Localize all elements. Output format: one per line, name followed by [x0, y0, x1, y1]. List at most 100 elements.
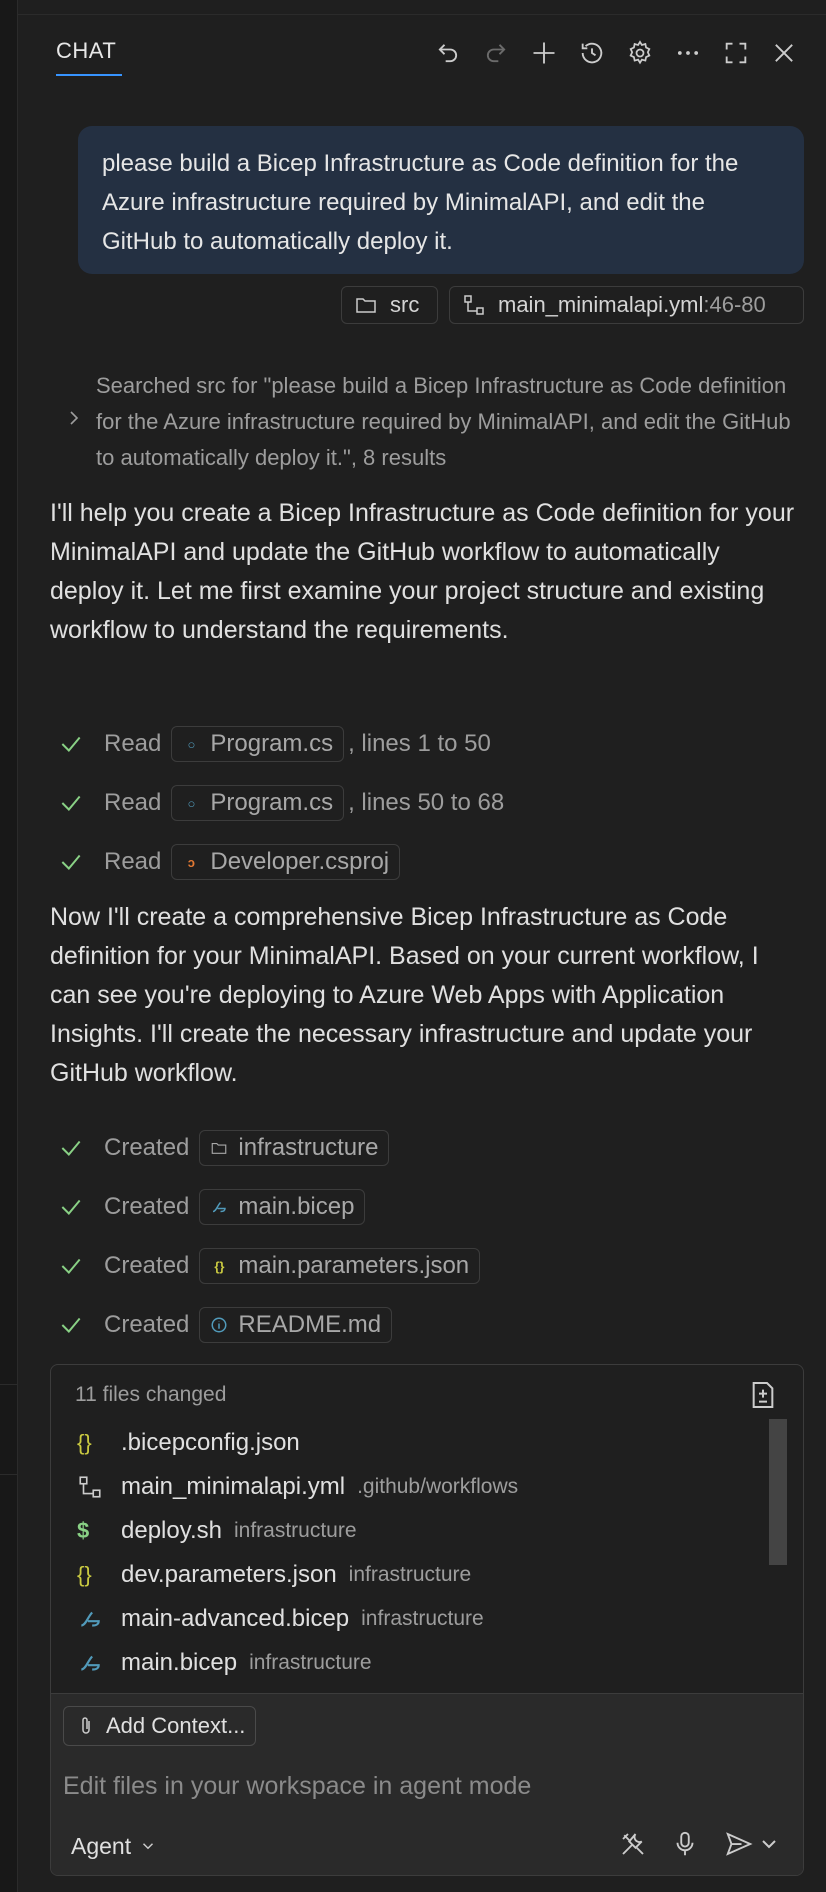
maximize-icon[interactable]: [719, 36, 753, 70]
view-diff-icon[interactable]: [747, 1379, 779, 1411]
file-dir: infrastructure: [249, 1651, 372, 1674]
chat-panel: CHAT please build a Bicep Infrastructure…: [18, 0, 826, 1892]
search-summary[interactable]: Searched src for "please build a Bicep I…: [96, 368, 806, 476]
json-icon: {}: [214, 1258, 225, 1274]
changed-file-row[interactable]: {} .bicepconfig.json: [77, 1423, 300, 1463]
chat-header: CHAT: [18, 30, 826, 76]
check-icon: [61, 795, 81, 811]
send-options-chevron-icon[interactable]: [757, 1826, 781, 1862]
file-name: README.md: [238, 1311, 382, 1338]
response-paragraph: I'll help you create a Bicep Infrastruct…: [50, 499, 795, 644]
file-dir: infrastructure: [361, 1607, 484, 1630]
add-context-label: Add Context...: [106, 1713, 246, 1738]
changed-file-row[interactable]: main-advanced.bicep infrastructure: [77, 1599, 484, 1639]
divider: [0, 1474, 17, 1475]
workflow-icon: [464, 295, 484, 315]
divider: [18, 14, 826, 15]
create-step: Created main.bicep: [58, 1186, 366, 1228]
changed-file-row[interactable]: main_minimalapi.yml .github/workflows: [77, 1467, 518, 1507]
file-name: Program.cs: [210, 730, 334, 757]
new-chat-icon[interactable]: [527, 36, 561, 70]
file-name: main.bicep: [121, 1649, 238, 1676]
settings-icon[interactable]: [623, 36, 657, 70]
file-dir: infrastructure: [348, 1563, 472, 1586]
files-changed-title: 11 files changed: [75, 1383, 227, 1406]
attachment-label: src: [390, 292, 420, 317]
folder-icon: [356, 298, 376, 313]
json-icon: {}: [77, 1430, 92, 1455]
read-step: Read ○ Program.cs , lines 1 to 50: [58, 723, 491, 765]
file-pill[interactable]: infrastructure: [199, 1130, 390, 1166]
editor-edge: [0, 0, 18, 1892]
attachment-range: :46-80: [703, 292, 766, 317]
step-verb: Created: [104, 1193, 190, 1220]
create-step: Created {} main.parameters.json: [58, 1245, 481, 1287]
file-pill[interactable]: ○ Program.cs: [171, 726, 345, 762]
file-name: dev.parameters.json: [121, 1561, 337, 1588]
chat-input-field[interactable]: Edit files in your workspace in agent mo…: [63, 1772, 531, 1801]
file-name: main-advanced.bicep: [121, 1605, 350, 1632]
file-name: main_minimalapi.yml: [121, 1473, 346, 1500]
step-suffix: , lines 50 to 68: [348, 789, 505, 816]
file-pill[interactable]: README.md: [199, 1307, 393, 1343]
scrollbar[interactable]: [769, 1419, 787, 1565]
step-verb: Created: [104, 1311, 190, 1338]
mode-dropdown[interactable]: Agent: [71, 1828, 157, 1864]
changed-file-row[interactable]: {} dev.parameters.json infrastructure: [77, 1555, 471, 1595]
file-pill[interactable]: main.bicep: [199, 1189, 366, 1225]
bicep-icon: [210, 1198, 228, 1216]
read-step: Read ○ Program.cs , lines 50 to 68: [58, 782, 504, 824]
more-icon[interactable]: [671, 36, 705, 70]
file-pill[interactable]: {} main.parameters.json: [199, 1248, 481, 1284]
file-pill[interactable]: ○ Program.cs: [171, 785, 345, 821]
check-icon: [61, 736, 81, 752]
microphone-icon[interactable]: [667, 1826, 703, 1862]
read-step: Read ↄ Developer.csproj: [58, 841, 401, 883]
file-name: Developer.csproj: [210, 848, 390, 875]
mode-label: Agent: [71, 1832, 132, 1859]
check-icon: [61, 854, 81, 870]
send-icon[interactable]: [721, 1826, 757, 1862]
active-tab-indicator: [56, 74, 122, 76]
check-icon: [61, 1140, 81, 1156]
check-icon: [61, 1199, 81, 1215]
bicep-icon: [77, 1650, 111, 1676]
close-icon[interactable]: [767, 36, 801, 70]
attachment-label: main_minimalapi.yml: [498, 292, 704, 317]
file-name: Program.cs: [210, 789, 334, 816]
user-message-text: please build a Bicep Infrastructure as C…: [102, 150, 739, 255]
response-paragraph: Now I'll create a comprehensive Bicep In…: [50, 903, 759, 1087]
step-verb: Read: [104, 730, 162, 757]
step-verb: Created: [104, 1134, 190, 1161]
file-name: .bicepconfig.json: [121, 1429, 300, 1456]
file-name: main.parameters.json: [238, 1252, 470, 1279]
changed-file-row[interactable]: $ deploy.sh infrastructure: [77, 1511, 357, 1551]
files-changed-panel: 11 files changed {} .bicepconfig.json ma…: [50, 1364, 804, 1876]
attachment-workflow[interactable]: main_minimalapi.yml:46-80: [449, 286, 804, 324]
user-message: please build a Bicep Infrastructure as C…: [78, 126, 804, 274]
step-verb: Created: [104, 1252, 190, 1279]
chevron-right-icon[interactable]: [62, 406, 86, 430]
chat-input: Add Context... Edit files in your worksp…: [51, 1693, 803, 1875]
tab-chat[interactable]: CHAT: [56, 38, 116, 64]
file-pill[interactable]: ↄ Developer.csproj: [171, 844, 401, 880]
attachment-src[interactable]: src: [341, 286, 438, 324]
check-icon: [61, 1317, 81, 1333]
redo-icon[interactable]: [479, 36, 513, 70]
file-dir: .github/workflows: [357, 1475, 519, 1498]
csharp-icon: ○: [187, 795, 196, 811]
divider: [0, 1384, 17, 1385]
info-icon: [210, 1316, 228, 1334]
folder-icon: [210, 1139, 228, 1157]
add-context-button[interactable]: Add Context...: [63, 1706, 257, 1746]
json-icon: {}: [77, 1562, 92, 1587]
check-icon: [61, 1258, 81, 1274]
changed-file-row[interactable]: main.bicep infrastructure: [77, 1643, 372, 1683]
undo-icon[interactable]: [431, 36, 465, 70]
create-step: Created README.md: [58, 1304, 393, 1346]
tools-icon[interactable]: [615, 1826, 651, 1862]
history-icon[interactable]: [575, 36, 609, 70]
step-verb: Read: [104, 848, 162, 875]
rss-icon: ↄ: [187, 854, 195, 870]
file-dir: infrastructure: [233, 1519, 357, 1542]
